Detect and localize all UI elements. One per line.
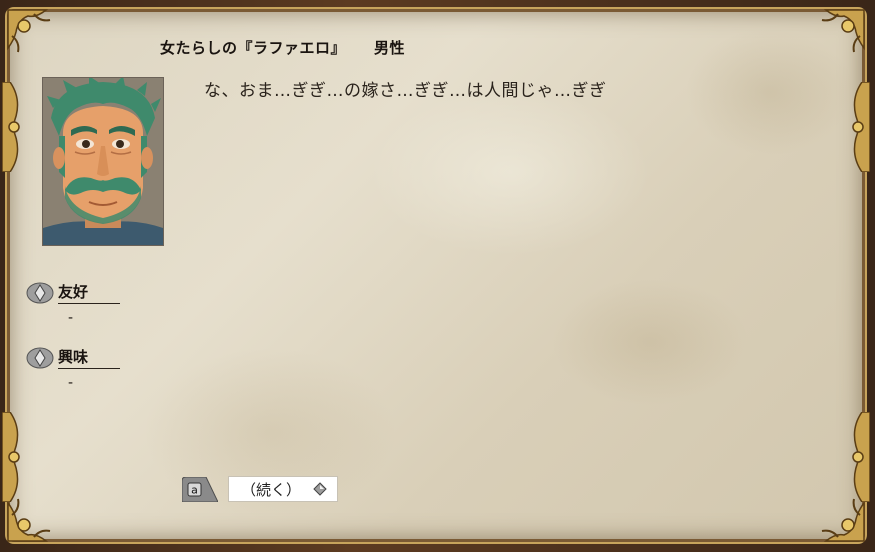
diamond-bullet-icon: [26, 282, 54, 303]
stat-interest: 興味 -: [26, 346, 120, 391]
corner-ornament-icon: [821, 9, 865, 53]
side-ornament-icon: [852, 82, 870, 172]
speaker-line: 女たらしの『ラファエロ』 男性: [160, 37, 405, 58]
stat-value-interest: -: [68, 375, 74, 391]
diamond-arrow-icon: [313, 482, 327, 496]
side-ornament-icon: [852, 412, 870, 502]
window-frame: 女たらしの『ラファエロ』 男性 な、おま…ぎぎ…の嫁さ…ぎぎ…は人間じゃ…ぎぎ: [0, 0, 875, 552]
dialogue-text: な、おま…ぎぎ…の嫁さ…ぎぎ…は人間じゃ…ぎぎ: [204, 81, 607, 101]
key-letter: a: [191, 483, 198, 496]
portrait-image: [43, 78, 163, 245]
corner-ornament-icon: [7, 9, 51, 53]
npc-portrait: [42, 77, 164, 246]
side-ornament-icon: [2, 82, 20, 172]
side-ornament-icon: [2, 412, 20, 502]
speaker-gender: 男性: [374, 39, 406, 57]
choice-label: （続く）: [241, 480, 302, 499]
stat-label-interest: 興味: [58, 346, 120, 369]
choice-row: a （続く）: [181, 476, 339, 502]
speaker-name: 女たらしの『ラファエロ』: [160, 39, 347, 57]
key-a-icon: a: [181, 476, 219, 502]
stat-value-friendship: -: [68, 310, 74, 326]
stat-friendship: 友好 -: [26, 281, 120, 326]
diamond-bullet-icon: [26, 347, 54, 368]
stat-label-friendship: 友好: [58, 281, 120, 304]
choice-continue-button[interactable]: （続く）: [228, 476, 339, 502]
